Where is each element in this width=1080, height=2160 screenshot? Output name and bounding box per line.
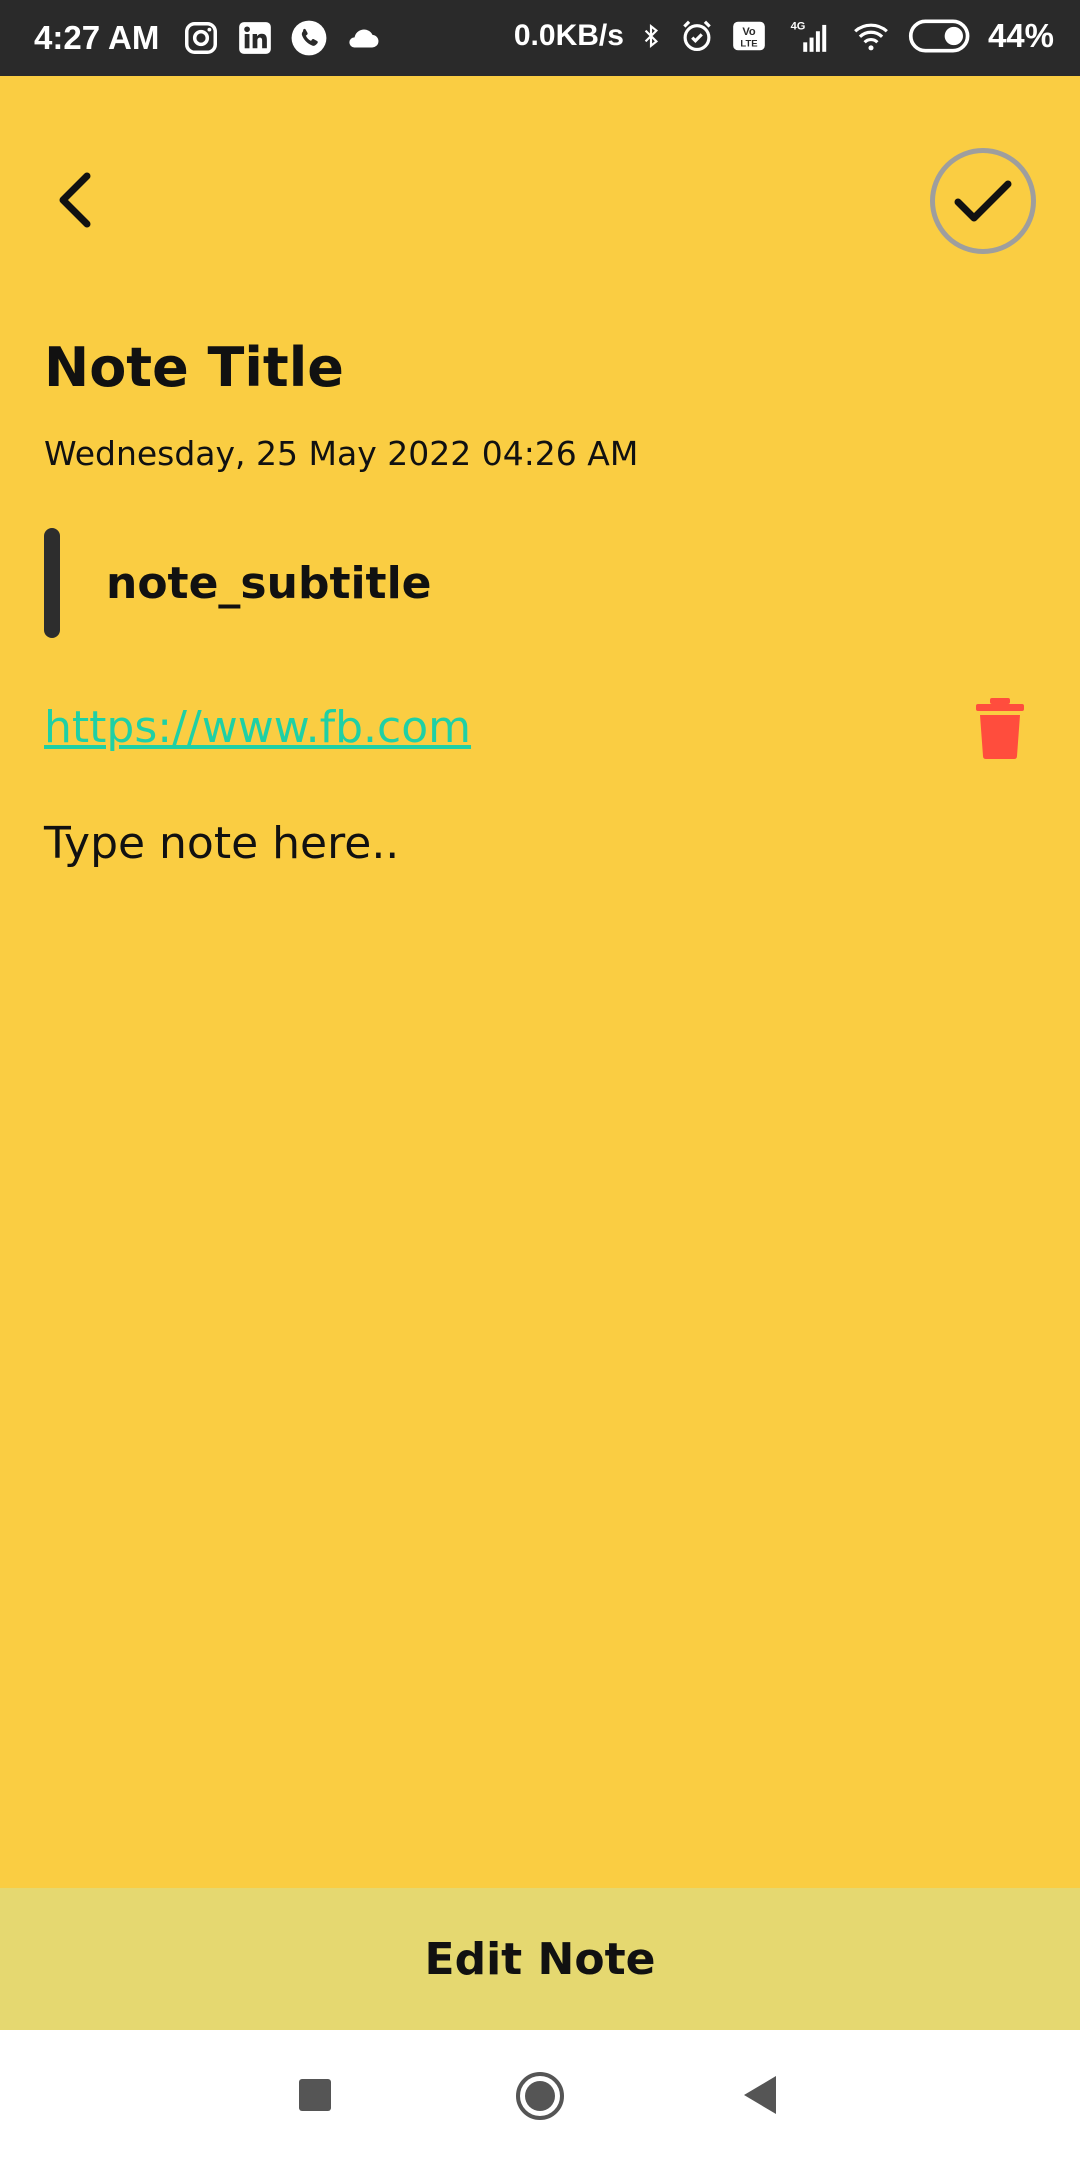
note-web-link[interactable]: https://www.fb.com — [44, 702, 471, 753]
status-time: 4:27 AM — [34, 19, 160, 56]
recents-square-icon[interactable] — [298, 2078, 332, 2112]
status-bar: 4:27 AM 0.0KB/s Vo LTE 4G 44% — [0, 0, 1080, 76]
note-date-time: Wednesday, 25 May 2022 04:26 AM — [44, 434, 639, 473]
check-icon — [954, 180, 1012, 222]
signal-icon: 4G — [791, 21, 827, 52]
edit-note-label: Edit Note — [424, 1933, 656, 1985]
bluetooth-icon — [644, 23, 658, 49]
status-icons-right: 0.0KB/s Vo LTE 4G 44% — [514, 17, 1054, 55]
save-note-button[interactable] — [930, 148, 1036, 254]
network-speed: 0.0KB/s — [513, 19, 624, 52]
volte-top-text: Vo — [742, 26, 756, 38]
trash-icon — [976, 698, 1024, 759]
delete-url-button[interactable] — [974, 696, 1026, 760]
phone-icon — [291, 20, 327, 56]
battery-percent: 44% — [987, 17, 1054, 54]
volte-bottom-text: LTE — [740, 38, 757, 49]
edit-note-button[interactable]: Edit Note — [0, 1888, 1080, 2030]
volte-icon: Vo LTE — [733, 21, 765, 51]
back-triangle-icon[interactable] — [742, 2074, 778, 2116]
subtitle-indicator — [44, 528, 60, 638]
note-title-input[interactable]: Note Title — [44, 336, 344, 399]
system-nav-bar — [0, 2030, 1080, 2160]
alarm-icon — [683, 20, 711, 52]
home-circle-icon[interactable] — [514, 2070, 566, 2122]
network-type-label: 4G — [791, 21, 806, 33]
wifi-icon — [854, 23, 888, 51]
instagram-icon — [185, 22, 217, 54]
note-body-input[interactable]: Type note here.. — [44, 818, 399, 869]
cloud-icon — [349, 29, 379, 48]
note-subtitle-input[interactable]: note_subtitle — [106, 558, 432, 609]
back-button[interactable] — [40, 160, 110, 240]
chevron-left-icon — [59, 172, 91, 228]
status-icons-left — [182, 19, 382, 57]
battery-icon — [908, 19, 970, 53]
linkedin-icon — [239, 22, 271, 54]
